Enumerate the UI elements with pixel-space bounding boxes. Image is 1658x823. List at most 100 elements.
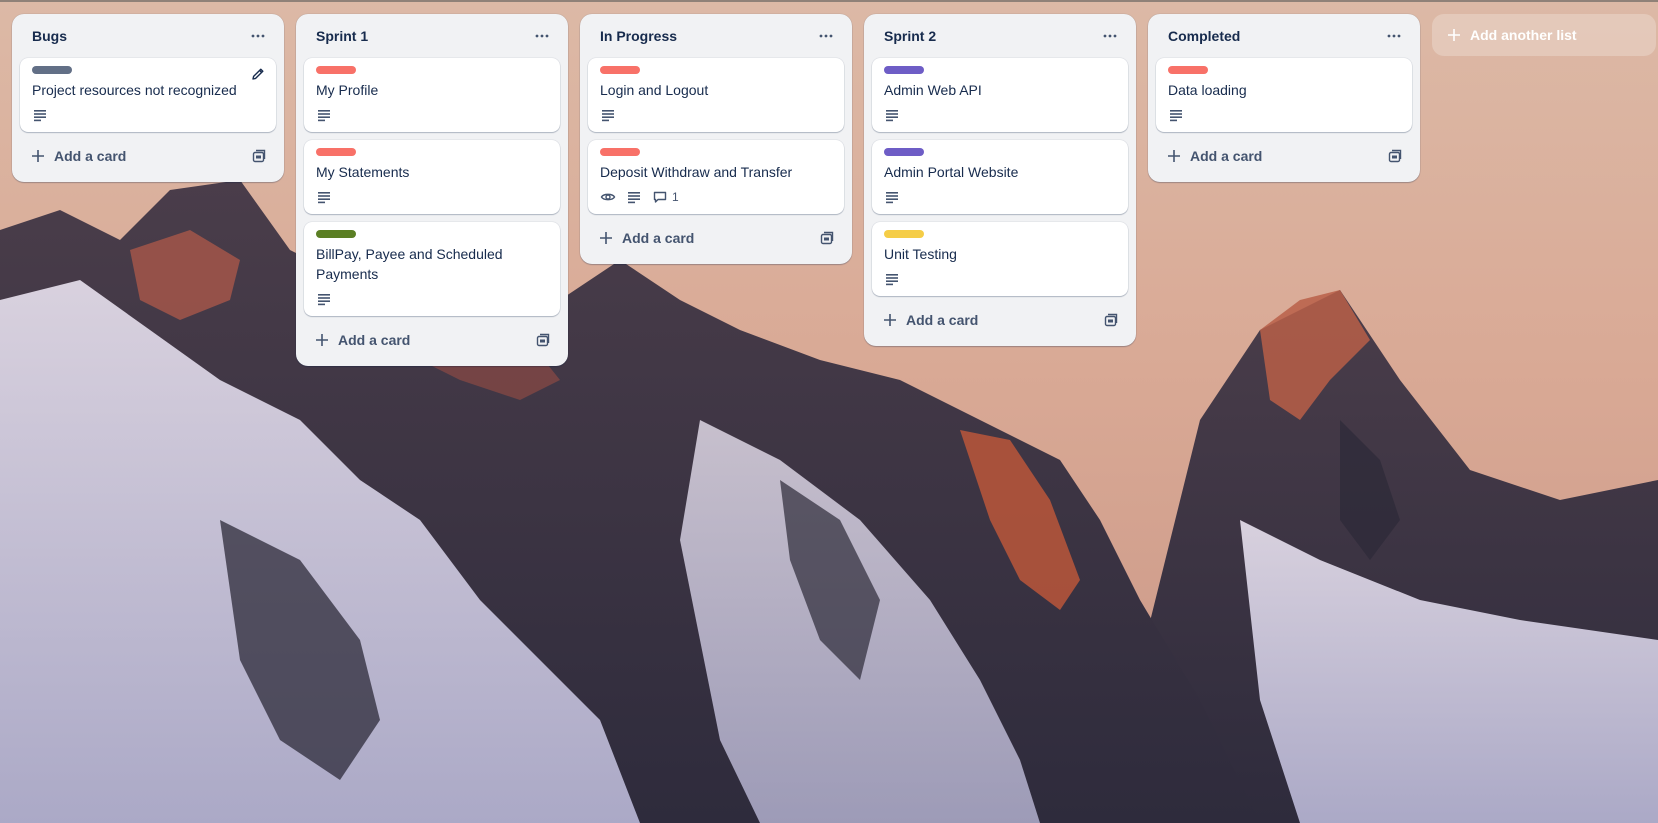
list-header: Sprint 1	[296, 14, 568, 58]
card-title: Deposit Withdraw and Transfer	[600, 164, 793, 180]
card-label[interactable]	[316, 66, 356, 74]
add-card-button[interactable]: Add a card	[1166, 148, 1262, 164]
list-title[interactable]: In Progress	[600, 28, 677, 44]
board-canvas: Bugs Project resources not recognized Ad…	[12, 14, 1656, 366]
watch-eye-icon	[600, 189, 616, 205]
card-badges	[316, 106, 548, 124]
card-project-resources-not-recognized[interactable]: Project resources not recognized	[20, 58, 276, 132]
plus-icon	[1168, 150, 1180, 162]
list-title[interactable]: Sprint 1	[316, 28, 368, 44]
add-another-list-button[interactable]: Add another list	[1432, 14, 1656, 56]
list-menu-more-icon[interactable]	[528, 22, 556, 50]
list-completed: Completed Data loading Add a card	[1148, 14, 1420, 182]
card-login-and-logout[interactable]: Login and Logout	[588, 58, 844, 132]
list-footer: Add a card	[12, 136, 284, 176]
card-list: My Profile My Statements BillPay, Payee …	[296, 58, 568, 316]
card-list: Login and Logout Deposit Withdraw and Tr…	[580, 58, 852, 214]
list-menu-more-icon[interactable]	[812, 22, 840, 50]
add-card-label: Add a card	[1190, 148, 1263, 164]
list-title[interactable]: Bugs	[32, 28, 67, 44]
list-sprint-1: Sprint 1 My Profile My Statements BillPa…	[296, 14, 568, 366]
list-bugs: Bugs Project resources not recognized Ad…	[12, 14, 284, 182]
list-footer: Add a card	[1148, 136, 1420, 176]
card-billpay-payee-scheduled-payments[interactable]: BillPay, Payee and Scheduled Payments	[304, 222, 560, 316]
list-sprint-2: Sprint 2 Admin Web API Admin Portal Webs…	[864, 14, 1136, 346]
card-title: Admin Web API	[884, 82, 982, 98]
description-icon	[316, 291, 332, 307]
card-unit-testing[interactable]: Unit Testing	[872, 222, 1128, 296]
comment-icon	[653, 191, 667, 203]
add-card-label: Add a card	[338, 332, 411, 348]
card-label[interactable]	[884, 148, 924, 156]
card-title: Unit Testing	[884, 246, 957, 262]
add-card-button[interactable]: Add a card	[30, 148, 126, 164]
card-label[interactable]	[600, 148, 640, 156]
pencil-edit-icon[interactable]	[250, 66, 266, 82]
list-title[interactable]: Completed	[1168, 28, 1240, 44]
card-title: Data loading	[1168, 82, 1247, 98]
create-from-template-icon[interactable]	[248, 145, 270, 167]
card-title: BillPay, Payee and Scheduled Payments	[316, 246, 503, 282]
comments-count: 1	[672, 190, 679, 204]
card-data-loading[interactable]: Data loading	[1156, 58, 1412, 132]
card-title: Project resources not recognized	[32, 82, 237, 98]
card-label[interactable]	[600, 66, 640, 74]
card-label[interactable]	[884, 66, 924, 74]
card-title: Admin Portal Website	[884, 164, 1019, 180]
card-admin-web-api[interactable]: Admin Web API	[872, 58, 1128, 132]
description-icon	[316, 189, 332, 205]
description-icon	[600, 107, 616, 123]
card-my-statements[interactable]: My Statements	[304, 140, 560, 214]
create-from-template-icon[interactable]	[532, 329, 554, 351]
card-label[interactable]	[884, 230, 924, 238]
list-title[interactable]: Sprint 2	[884, 28, 936, 44]
plus-icon	[1448, 29, 1460, 41]
plus-icon	[316, 334, 328, 346]
card-deposit-withdraw-transfer[interactable]: Deposit Withdraw and Transfer 1	[588, 140, 844, 214]
list-header: Completed	[1148, 14, 1420, 58]
card-badges	[884, 188, 1116, 206]
card-label[interactable]	[1168, 66, 1208, 74]
list-menu-more-icon[interactable]	[244, 22, 272, 50]
card-badges	[1168, 106, 1400, 124]
list-footer: Add a card	[580, 218, 852, 258]
add-card-button[interactable]: Add a card	[314, 332, 410, 348]
list-header: Bugs	[12, 14, 284, 58]
plus-icon	[884, 314, 896, 326]
card-list: Project resources not recognized	[12, 58, 284, 132]
card-badges	[316, 188, 548, 206]
add-card-button[interactable]: Add a card	[882, 312, 978, 328]
card-label[interactable]	[316, 230, 356, 238]
card-label[interactable]	[316, 148, 356, 156]
description-icon	[884, 107, 900, 123]
description-icon	[316, 107, 332, 123]
create-from-template-icon[interactable]	[816, 227, 838, 249]
list-menu-more-icon[interactable]	[1096, 22, 1124, 50]
card-badges	[884, 270, 1116, 288]
list-footer: Add a card	[864, 300, 1136, 340]
add-card-label: Add a card	[622, 230, 695, 246]
create-from-template-icon[interactable]	[1384, 145, 1406, 167]
description-icon	[1168, 107, 1184, 123]
card-badges: 1	[600, 188, 832, 206]
card-label[interactable]	[32, 66, 72, 74]
card-my-profile[interactable]: My Profile	[304, 58, 560, 132]
add-card-button[interactable]: Add a card	[598, 230, 694, 246]
plus-icon	[32, 150, 44, 162]
description-icon	[626, 189, 642, 205]
card-admin-portal-website[interactable]: Admin Portal Website	[872, 140, 1128, 214]
list-menu-more-icon[interactable]	[1380, 22, 1408, 50]
add-card-label: Add a card	[906, 312, 979, 328]
card-title: Login and Logout	[600, 82, 709, 98]
comments-badge: 1	[652, 189, 679, 205]
card-badges	[316, 290, 548, 308]
card-title: My Profile	[316, 82, 379, 98]
description-icon	[884, 271, 900, 287]
card-list: Admin Web API Admin Portal Website Unit …	[864, 58, 1136, 296]
create-from-template-icon[interactable]	[1100, 309, 1122, 331]
add-list-label: Add another list	[1470, 27, 1577, 43]
list-footer: Add a card	[296, 320, 568, 360]
card-list: Data loading	[1148, 58, 1420, 132]
add-card-label: Add a card	[54, 148, 127, 164]
list-in-progress: In Progress Login and Logout Deposit Wit…	[580, 14, 852, 264]
